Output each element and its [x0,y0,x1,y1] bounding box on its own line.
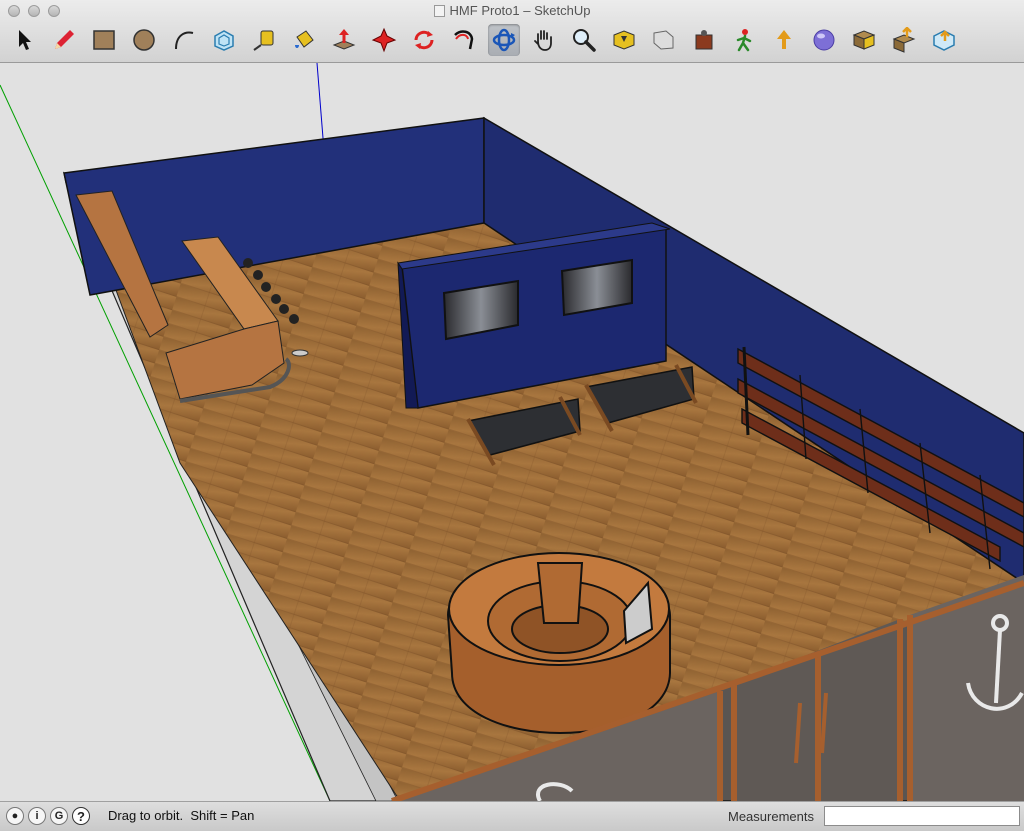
3d-scene[interactable] [0,63,1024,801]
pencil-tool-button[interactable] [48,24,80,56]
sketchup-window: HMF Proto1 – SketchUp ● i G ? Drag to or… [0,0,1024,831]
extension-warehouse-icon [933,30,955,51]
follow-me-tool-button[interactable] [448,24,480,56]
circle-tool-button[interactable] [128,24,160,56]
tape-measure-tool-button[interactable] [248,24,280,56]
rotate-icon [414,30,434,50]
measurements-label: Measurements [728,809,814,824]
pan-tool-button[interactable] [528,24,560,56]
geo-location-tool-button[interactable] [808,24,840,56]
walk-tool-button[interactable] [728,24,760,56]
arc-icon [175,31,194,50]
select-tool-button[interactable] [8,24,40,56]
window-title-area: HMF Proto1 – SketchUp [0,3,1024,18]
arc-tool-button[interactable] [168,24,200,56]
orbit-icon [492,28,516,52]
follow-me-icon [454,30,474,50]
google-sign-in-icon[interactable]: G [50,807,68,825]
status-hint: Drag to orbit. Shift = Pan [108,808,255,823]
share-model-tool-button[interactable] [768,24,800,56]
round-reception-desk [446,552,671,734]
magnifier-icon [573,29,596,52]
title-toolbar-area: HMF Proto1 – SketchUp [0,0,1024,63]
document-icon [433,5,445,17]
previous-view-icon [653,30,674,50]
hand-icon [534,30,552,51]
window-title: HMF Proto1 – SketchUp [449,3,591,18]
share-model-icon [777,30,791,49]
zoom-extents-icon [613,30,635,50]
rotate-tool-button[interactable] [408,24,440,56]
globe-icon [813,29,835,51]
credits-icon[interactable]: i [28,807,46,825]
tape-measure-icon [253,30,274,51]
help-icon[interactable]: ? [72,807,90,825]
status-icons: ● i G ? [6,807,90,825]
rectangle-icon [93,30,115,50]
get-models-icon [852,30,876,50]
pencil-icon [55,30,74,49]
paint-bucket-tool-button[interactable] [288,24,320,56]
status-bar: ● i G ? Drag to orbit. Shift = Pan Measu… [0,801,1024,831]
paint-bucket-icon [295,30,314,48]
position-camera-icon [695,30,713,50]
zoom-extents-tool-button[interactable] [608,24,640,56]
rectangle-tool-button[interactable] [88,24,120,56]
model-viewport[interactable] [0,63,1024,801]
push-pull-icon [332,29,356,50]
previous-view-tool-button[interactable] [648,24,680,56]
push-pull-tool-button[interactable] [328,24,360,56]
arrow-cursor-icon [19,30,31,50]
offset-icon [214,30,234,51]
position-camera-tool-button[interactable] [688,24,720,56]
main-toolbar [8,22,968,58]
move-icon [371,27,397,53]
circle-icon [133,29,155,51]
get-models-tool-button[interactable] [848,24,880,56]
share-component-icon [892,27,916,53]
orbit-tool-button[interactable] [488,24,520,56]
share-component-tool-button[interactable] [888,24,920,56]
extension-warehouse-tool-button[interactable] [928,24,960,56]
move-tool-button[interactable] [368,24,400,56]
zoom-tool-button[interactable] [568,24,600,56]
offset-tool-button[interactable] [208,24,240,56]
walk-icon [736,29,752,52]
measurements-input[interactable] [824,806,1020,826]
geo-location-icon[interactable]: ● [6,807,24,825]
